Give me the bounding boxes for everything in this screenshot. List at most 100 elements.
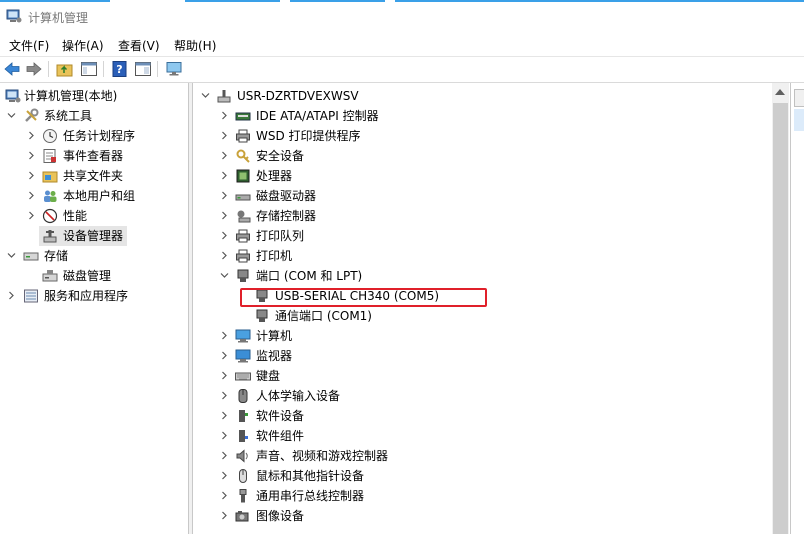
forward-arrow-icon[interactable] — [25, 60, 43, 78]
show-hide-action-pane-icon[interactable] — [134, 60, 152, 78]
device-category[interactable]: 磁盘驱动器 — [193, 186, 771, 206]
chevron-right-icon[interactable] — [220, 511, 229, 520]
monitor-icon[interactable] — [165, 60, 183, 78]
chevron-right-icon[interactable] — [27, 211, 36, 220]
chevron-right-icon[interactable] — [220, 451, 229, 460]
print-queue-icon — [236, 229, 250, 243]
device-category[interactable]: 打印机 — [193, 246, 771, 266]
chevron-right-icon[interactable] — [220, 211, 229, 220]
tree-item-local-users[interactable]: 本地用户和组 — [0, 186, 186, 206]
chevron-right-icon[interactable] — [220, 171, 229, 180]
device-category[interactable]: 安全设备 — [193, 146, 771, 166]
chevron-right-icon[interactable] — [27, 171, 36, 180]
tree-item-services-apps[interactable]: 服务和应用程序 — [0, 286, 186, 306]
tree-item-performance[interactable]: 性能 — [0, 206, 186, 226]
menu-action[interactable]: 操作(A) — [62, 37, 104, 54]
tree-item-root[interactable]: 计算机管理(本地) — [0, 86, 186, 106]
device-category[interactable]: 软件设备 — [193, 406, 771, 426]
device-category-ports[interactable]: 端口 (COM 和 LPT) — [193, 266, 771, 286]
chevron-right-icon[interactable] — [220, 191, 229, 200]
device-category[interactable]: WSD 打印提供程序 — [193, 126, 771, 146]
chevron-right-icon[interactable] — [220, 131, 229, 140]
chevron-right-icon[interactable] — [220, 371, 229, 380]
device-category[interactable]: 鼠标和其他指针设备 — [193, 466, 771, 486]
scroll-thumb[interactable] — [773, 103, 788, 534]
scroll-up-icon[interactable] — [775, 89, 785, 95]
chevron-right-icon[interactable] — [220, 471, 229, 480]
chevron-right-icon[interactable] — [220, 491, 229, 500]
device-category[interactable]: 打印队列 — [193, 226, 771, 246]
tree-item-shared-folders[interactable]: 共享文件夹 — [0, 166, 186, 186]
device-category[interactable]: 处理器 — [193, 166, 771, 186]
tree-label: 任务计划程序 — [63, 129, 136, 143]
computer-node-icon — [217, 90, 231, 103]
tree-label: 服务和应用程序 — [44, 289, 129, 303]
back-arrow-icon[interactable] — [3, 60, 21, 78]
software-device-icon — [239, 410, 248, 422]
tree-item-device-manager[interactable]: 设备管理器 — [39, 226, 127, 246]
taskbar-accent — [0, 0, 110, 2]
chevron-down-icon[interactable] — [7, 111, 16, 120]
actions-pane-item[interactable] — [794, 109, 804, 131]
device-item-com1[interactable]: 通信端口 (COM1) — [193, 306, 771, 326]
chevron-right-icon[interactable] — [7, 291, 16, 300]
show-hide-tree-icon[interactable] — [80, 60, 98, 78]
processor-icon — [236, 169, 250, 183]
tree-item-storage[interactable]: 存储 — [0, 246, 186, 266]
device-category-label: 监视器 — [256, 349, 293, 363]
tree-item-disk-management[interactable]: 磁盘管理 — [0, 266, 186, 286]
menu-view[interactable]: 查看(V) — [118, 37, 160, 54]
device-category-label: WSD 打印提供程序 — [256, 129, 361, 143]
tree-label: 事件查看器 — [63, 149, 124, 163]
device-category[interactable]: 存储控制器 — [193, 206, 771, 226]
tree-label: 计算机管理(本地) — [24, 89, 118, 103]
chevron-right-icon[interactable] — [220, 331, 229, 340]
device-category[interactable]: 计算机 — [193, 326, 771, 346]
device-category[interactable]: 监视器 — [193, 346, 771, 366]
chevron-down-icon[interactable] — [201, 91, 210, 100]
chevron-right-icon[interactable] — [220, 111, 229, 120]
device-tree-root[interactable]: USR-DZRTDVEXWSV — [193, 86, 771, 106]
device-category-label: 计算机 — [256, 329, 293, 343]
menu-help[interactable]: 帮助(H) — [174, 37, 216, 54]
actions-pane-header[interactable] — [794, 89, 804, 107]
computer-name: USR-DZRTDVEXWSV — [237, 89, 359, 103]
printer-icon — [236, 129, 250, 143]
device-category-label: 软件设备 — [256, 409, 305, 423]
up-folder-icon[interactable] — [56, 60, 74, 78]
device-category[interactable]: 软件组件 — [193, 426, 771, 446]
device-category[interactable]: 声音、视频和游戏控制器 — [193, 446, 771, 466]
chevron-right-icon[interactable] — [220, 411, 229, 420]
device-category[interactable]: 键盘 — [193, 366, 771, 386]
chevron-right-icon[interactable] — [27, 131, 36, 140]
chevron-down-icon[interactable] — [220, 271, 229, 280]
help-icon[interactable]: ? — [111, 60, 129, 78]
device-category[interactable]: 图像设备 — [193, 506, 771, 526]
device-category[interactable]: 通用串行总线控制器 — [193, 486, 771, 506]
device-category-label: 存储控制器 — [256, 209, 317, 223]
device-category-label: 通用串行总线控制器 — [256, 489, 365, 503]
menu-file[interactable]: 文件(F) — [9, 37, 49, 54]
tree-item-system-tools[interactable]: 系统工具 — [0, 106, 186, 126]
device-category[interactable]: 人体学输入设备 — [193, 386, 771, 406]
security-device-icon — [236, 149, 250, 163]
speaker-icon — [236, 449, 248, 463]
tree-item-task-scheduler[interactable]: 任务计划程序 — [0, 126, 186, 146]
device-category-label: 打印队列 — [256, 229, 305, 243]
chevron-right-icon[interactable] — [220, 251, 229, 260]
chevron-down-icon[interactable] — [7, 251, 16, 260]
device-category[interactable]: IDE ATA/ATAPI 控制器 — [193, 106, 771, 126]
vertical-scrollbar[interactable] — [772, 83, 789, 534]
chevron-right-icon[interactable] — [27, 151, 36, 160]
title-bar: 计算机管理 — [0, 0, 804, 33]
services-icon — [24, 289, 38, 303]
chevron-right-icon[interactable] — [220, 431, 229, 440]
chevron-right-icon[interactable] — [220, 151, 229, 160]
chevron-right-icon[interactable] — [220, 391, 229, 400]
chevron-right-icon[interactable] — [220, 351, 229, 360]
chevron-right-icon[interactable] — [220, 231, 229, 240]
taskbar-accent — [395, 0, 804, 2]
tree-label: 存储 — [44, 249, 69, 263]
chevron-right-icon[interactable] — [27, 191, 36, 200]
tree-item-event-viewer[interactable]: 事件查看器 — [0, 146, 186, 166]
